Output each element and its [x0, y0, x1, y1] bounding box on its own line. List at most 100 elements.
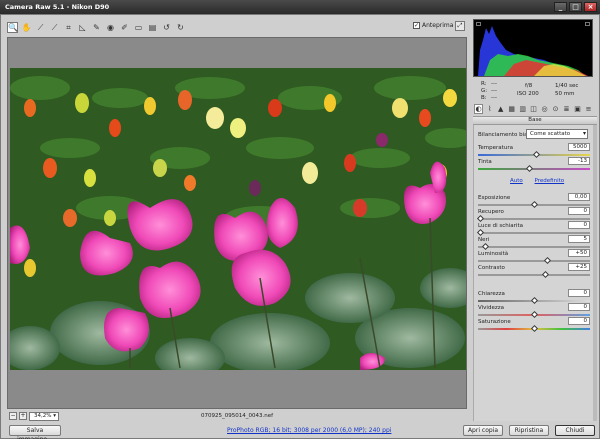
slider-value-field[interactable]: 0 — [568, 303, 590, 311]
slider-thumb[interactable] — [541, 270, 549, 279]
slider-label: Temperatura — [478, 145, 513, 151]
slider-label: Recupero — [478, 209, 504, 215]
minimize-button[interactable]: _ — [554, 2, 567, 12]
slider-value-field[interactable]: 0 — [568, 289, 590, 297]
slider-label: Neri — [478, 237, 490, 243]
slider-row: Tinta -13 — [478, 157, 590, 173]
slider-track[interactable] — [478, 168, 590, 170]
slider-track[interactable] — [478, 218, 590, 220]
slider-thumb[interactable] — [530, 310, 539, 319]
slider-thumb[interactable] — [533, 150, 541, 159]
reset-button[interactable]: Ripristina — [509, 425, 549, 436]
slider-thumb[interactable] — [482, 242, 490, 251]
tab-split-toning-icon[interactable]: ▥ — [518, 104, 527, 114]
slider-thumb[interactable] — [530, 324, 539, 333]
b-value: --- — [491, 95, 497, 101]
slider-thumb[interactable] — [476, 214, 485, 223]
slider-track[interactable] — [478, 246, 590, 248]
slider-track[interactable] — [478, 232, 590, 234]
highlight-clipping-icon[interactable] — [585, 22, 590, 26]
graduated-filter-icon[interactable]: ▭ — [133, 22, 144, 33]
slider-value-field[interactable]: 0 — [568, 317, 590, 325]
slider-label: Vividezza — [478, 305, 504, 311]
close-button[interactable]: Chiudi — [555, 425, 595, 436]
slider-row: Saturazione 0 — [478, 317, 590, 333]
shutter-value: 1/40 sec — [555, 83, 579, 89]
tab-camera-calibration-icon[interactable]: ⊙ — [551, 104, 560, 114]
b-label: B: — [481, 95, 487, 101]
panel-tabs: ◐ ⌇ ▲ ▦ ▥ ◫ ◎ ⊙ ≣ ▣ ≡ — [473, 103, 593, 115]
image-canvas[interactable] — [7, 37, 467, 409]
fullscreen-icon[interactable]: ⤢ — [455, 21, 465, 31]
slider-track[interactable] — [478, 260, 590, 262]
slider-label: Luce di schiarita — [478, 223, 523, 229]
crop-tool-icon[interactable]: ⌗ — [63, 22, 74, 33]
slider-label: Esposizione — [478, 195, 511, 201]
open-copy-button[interactable]: Apri copia — [463, 425, 503, 436]
slider-value-field[interactable]: 0,00 — [568, 193, 590, 201]
tab-hsl-icon[interactable]: ▦ — [507, 104, 516, 114]
g-value: --- — [491, 88, 497, 94]
slider-thumb[interactable] — [543, 256, 551, 265]
slider-label: Tinta — [478, 159, 492, 165]
tab-basic-icon[interactable]: ◐ — [474, 104, 484, 114]
panel-scrollbar[interactable] — [593, 125, 597, 421]
slider-thumb[interactable] — [525, 164, 533, 173]
tab-lens-icon[interactable]: ◫ — [529, 104, 538, 114]
shadow-clipping-icon[interactable] — [476, 22, 481, 26]
slider-value-field[interactable]: +25 — [568, 263, 590, 271]
workflow-options-link[interactable]: ProPhoto RGB; 16 bit; 3008 per 2000 (6,0… — [227, 427, 391, 434]
camera-raw-dialog: 🔍 ✋ ⟋ ⟋ ⌗ ◺ ✎ ◉ ✐ ▭ ▤ ↺ ↻ ✓ Anteprima ⤢ — [0, 14, 600, 439]
preview-checkbox[interactable]: ✓ — [413, 22, 420, 29]
straighten-tool-icon[interactable]: ◺ — [77, 22, 88, 33]
rotate-right-icon[interactable]: ↻ — [175, 22, 186, 33]
white-balance-tool-icon[interactable]: ⟋ — [35, 22, 46, 33]
maximize-button[interactable]: □ — [569, 2, 582, 12]
tab-snapshots-icon[interactable]: ▣ — [573, 104, 582, 114]
status-bar: − + 34,2% ▾ 070925_095014_0043.nef — [7, 411, 467, 423]
close-window-button[interactable]: × — [584, 2, 597, 12]
panel-menu-icon[interactable]: ≡ — [584, 104, 593, 114]
slider-value-field[interactable]: 5000 — [568, 143, 590, 151]
slider-label: Saturazione — [478, 319, 511, 325]
slider-value-field[interactable]: +50 — [568, 249, 590, 257]
slider-value-field[interactable]: -13 — [568, 157, 590, 165]
zoom-out-button[interactable]: − — [9, 412, 17, 420]
dialog-footer: Salva immagine... ProPhoto RGB; 16 bit; … — [1, 423, 600, 439]
slider-value-field[interactable]: 0 — [568, 207, 590, 215]
zoom-level: 34,2% — [34, 413, 52, 419]
slider-label: Luminosità — [478, 251, 509, 257]
slider-label: Chiarezza — [478, 291, 505, 297]
zoom-in-button[interactable]: + — [19, 412, 27, 420]
preview-label: Anteprima — [422, 22, 454, 29]
zoom-tool-icon[interactable]: 🔍 — [7, 21, 18, 33]
slider-track[interactable] — [478, 274, 590, 276]
tab-presets-icon[interactable]: ≣ — [562, 104, 571, 114]
adjustment-brush-icon[interactable]: ✐ — [119, 22, 130, 33]
auto-link[interactable]: Auto — [510, 178, 523, 184]
tab-effects-icon[interactable]: ◎ — [540, 104, 549, 114]
slider-value-field[interactable]: 5 — [568, 235, 590, 243]
zoom-level-select[interactable]: 34,2% ▾ — [29, 412, 59, 421]
preferences-icon[interactable]: ▤ — [147, 22, 158, 33]
color-sampler-tool-icon[interactable]: ⟋ — [49, 22, 60, 33]
tab-tone-curve-icon[interactable]: ⌇ — [485, 104, 494, 114]
photo-preview — [10, 68, 466, 370]
slider-thumb[interactable] — [476, 228, 485, 237]
slider-thumb[interactable] — [530, 296, 539, 305]
white-balance-select[interactable]: Come scattato ▾ — [526, 129, 588, 139]
slider-thumb[interactable] — [530, 200, 539, 209]
tab-detail-icon[interactable]: ▲ — [496, 104, 505, 114]
slider-value-field[interactable]: 0 — [568, 221, 590, 229]
preview-toggle[interactable]: ✓ Anteprima — [413, 22, 453, 29]
tool-bar: 🔍 ✋ ⟋ ⟋ ⌗ ◺ ✎ ◉ ✐ ▭ ▤ ↺ ↻ — [7, 20, 186, 34]
rotate-left-icon[interactable]: ↺ — [161, 22, 172, 33]
default-link[interactable]: Predefinito — [535, 178, 565, 184]
spot-removal-tool-icon[interactable]: ✎ — [91, 22, 102, 33]
hand-tool-icon[interactable]: ✋ — [21, 22, 32, 33]
window-title: Camera Raw 5.1 - Nikon D90 — [5, 3, 110, 11]
save-image-button[interactable]: Salva immagine... — [9, 425, 61, 439]
red-eye-tool-icon[interactable]: ◉ — [105, 22, 116, 33]
focal-length-value: 50 mm — [555, 91, 575, 97]
r-label: R: — [481, 81, 487, 87]
